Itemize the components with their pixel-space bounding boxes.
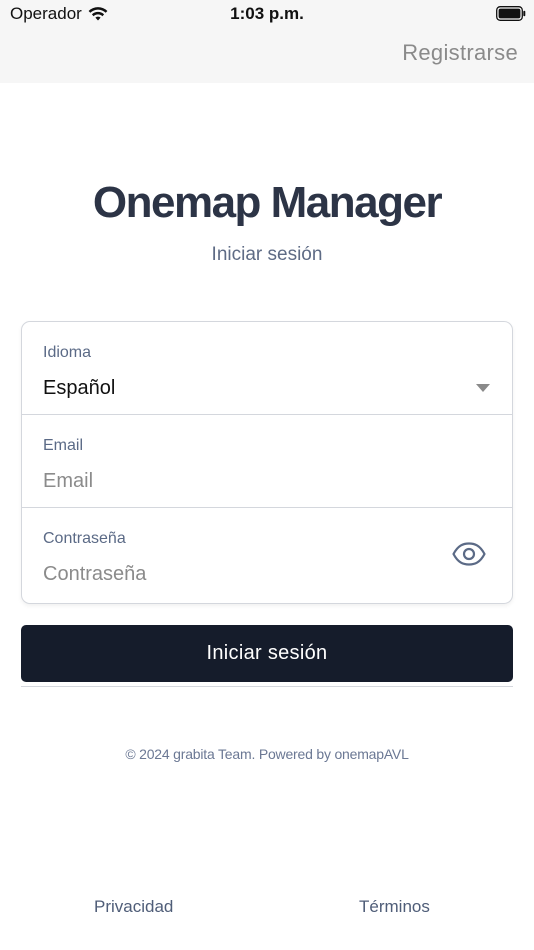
password-input[interactable] (43, 558, 423, 590)
top-bar: Operador 1:03 p.m. Registrarse (0, 0, 534, 83)
language-select[interactable]: Idioma Español (22, 322, 512, 415)
divider (21, 686, 513, 687)
app-title: Onemap Manager (92, 178, 443, 227)
email-field[interactable]: Email (22, 415, 512, 508)
clock: 1:03 p.m. (230, 4, 304, 23)
page-subtitle: Iniciar sesión (211, 244, 323, 265)
privacy-link[interactable]: Privacidad (94, 897, 173, 917)
login-form: Idioma Español Email Contraseña (21, 321, 513, 604)
chevron-down-icon[interactable] (476, 384, 490, 392)
battery-icon (496, 6, 526, 21)
login-button[interactable]: Iniciar sesión (21, 625, 513, 682)
email-input[interactable] (43, 465, 423, 497)
login-screen: Operador 1:03 p.m. Registrarse Onemap Ma… (0, 0, 534, 950)
terms-link[interactable]: Términos (359, 897, 430, 917)
copyright-text: © 2024 grabita Team. Powered by onemapAV… (125, 746, 409, 762)
password-field[interactable]: Contraseña (22, 508, 512, 603)
eye-icon[interactable] (452, 542, 486, 566)
email-label: Email (43, 437, 84, 454)
password-label: Contraseña (43, 530, 126, 547)
language-value[interactable]: Español (43, 377, 115, 400)
status-bar: Operador 1:03 p.m. (0, 0, 534, 30)
register-link[interactable]: Registrarse (402, 40, 518, 66)
language-label: Idioma (43, 344, 92, 361)
